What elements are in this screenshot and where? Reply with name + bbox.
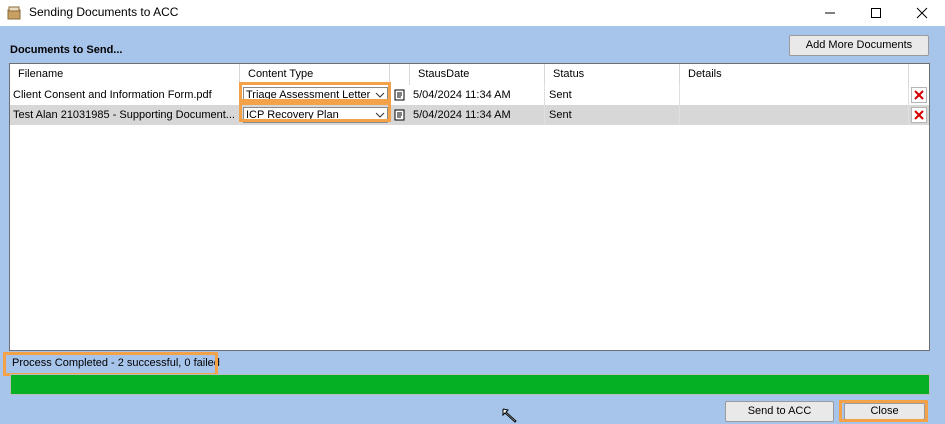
status-date-cell: 5/04/2024 11:34 AM — [413, 105, 545, 125]
title-bar: Sending Documents to ACC — [0, 0, 945, 26]
grid-header: Filename Content Type StausDate Status D… — [10, 64, 929, 86]
details-cell — [680, 105, 909, 125]
documents-grid: Filename Content Type StausDate Status D… — [9, 63, 930, 351]
progress-bar — [10, 374, 930, 395]
table-row[interactable]: Client Consent and Information Form.pdf … — [10, 85, 929, 105]
column-header-status-date[interactable]: StausDate — [410, 64, 545, 85]
highlight-box — [239, 82, 391, 102]
minimize-icon — [825, 12, 835, 14]
column-header-details[interactable]: Details — [680, 64, 909, 85]
delete-row-button[interactable] — [911, 87, 927, 103]
highlight-box — [3, 352, 218, 376]
column-header-filename[interactable]: Filename — [10, 64, 240, 85]
delete-row-button[interactable] — [911, 107, 927, 123]
delete-icon — [914, 90, 924, 100]
maximize-icon — [871, 8, 881, 18]
status-cell: Sent — [549, 105, 680, 125]
close-icon — [916, 7, 928, 19]
status-cell: Sent — [549, 85, 680, 105]
document-icon[interactable] — [394, 109, 406, 121]
app-icon — [7, 6, 21, 20]
add-more-documents-button[interactable]: Add More Documents — [789, 35, 929, 56]
filename-cell: Client Consent and Information Form.pdf — [13, 85, 240, 105]
status-date-cell: 5/04/2024 11:34 AM — [413, 85, 545, 105]
filename-cell: Test Alan 21031985 - Supporting Document… — [13, 105, 240, 125]
document-icon[interactable] — [394, 89, 406, 101]
window-title: Sending Documents to ACC — [29, 5, 179, 19]
highlight-box — [239, 102, 391, 122]
highlight-box — [839, 400, 928, 422]
progress-fill — [11, 375, 929, 394]
minimize-button[interactable] — [807, 0, 853, 26]
delete-icon — [914, 110, 924, 120]
cursor-icon — [502, 408, 517, 423]
send-to-acc-button[interactable]: Send to ACC — [725, 401, 834, 422]
close-window-button[interactable] — [899, 0, 945, 26]
column-header-icon[interactable] — [390, 64, 410, 85]
maximize-button[interactable] — [853, 0, 899, 26]
column-header-status[interactable]: Status — [545, 64, 680, 85]
section-title: Documents to Send... — [10, 44, 123, 56]
table-row[interactable]: Test Alan 21031985 - Supporting Document… — [10, 105, 929, 125]
details-cell — [680, 85, 909, 105]
